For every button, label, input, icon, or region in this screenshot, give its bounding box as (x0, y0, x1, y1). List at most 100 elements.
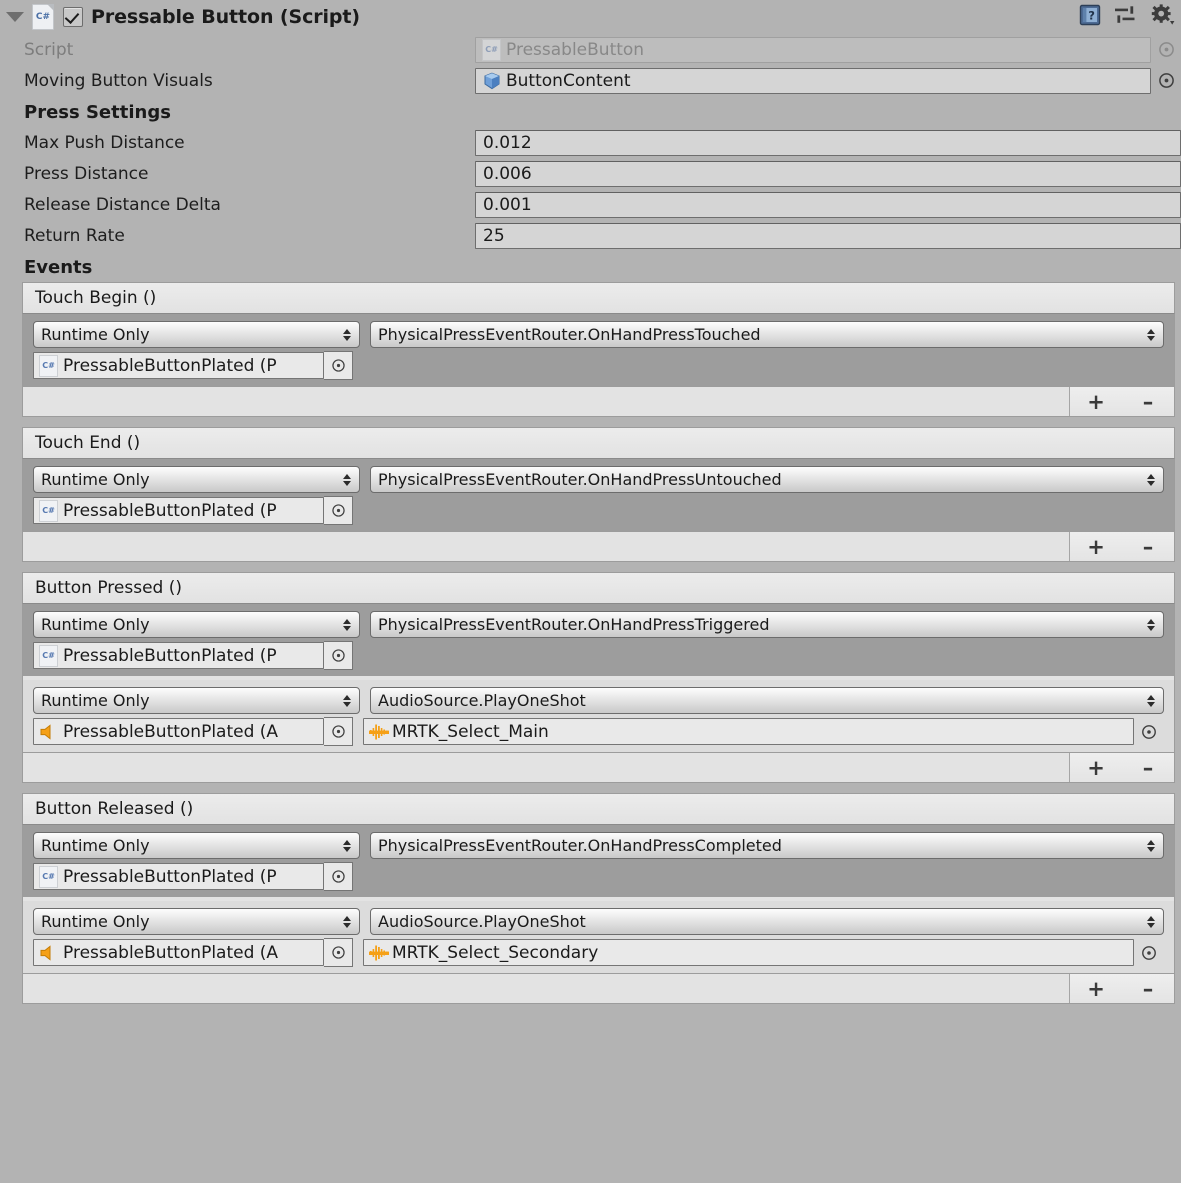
property-row-script: Script C# PressableButton (0, 34, 1181, 65)
listener-mode-value: Runtime Only (41, 691, 150, 710)
event-block-spacer (0, 783, 1181, 793)
listener-target-value: PressableButtonPlated (P (63, 866, 277, 887)
unity-event-body: Runtime Only PhysicalPressEventRouter.OnH… (22, 824, 1175, 974)
listener-argument-object-field[interactable]: MRTK_Select_Main (363, 718, 1134, 745)
listener-target-object-field[interactable]: C# PressableButtonPlated (P (33, 642, 324, 669)
preset-selector-icon[interactable] (1114, 5, 1138, 25)
help-book-icon[interactable]: ? (1079, 4, 1101, 26)
entry-top-line: Runtime Only PhysicalPressEventRouter.OnH… (33, 466, 1164, 493)
remove-listener-button[interactable]: – (1122, 387, 1174, 416)
listener-mode-dropdown[interactable]: Runtime Only (33, 466, 360, 493)
listener-mode-dropdown[interactable]: Runtime Only (33, 832, 360, 859)
target-object-picker-icon[interactable] (324, 938, 353, 967)
chevron-updown-icon (1145, 915, 1156, 928)
foldout-arrow-icon[interactable] (6, 12, 24, 22)
unity-event-header: Touch Begin () (22, 282, 1175, 313)
remove-listener-button[interactable]: – (1122, 974, 1174, 1003)
target-object-picker-icon[interactable] (324, 496, 353, 525)
listener-argument-group: MRTK_Select_Main (363, 718, 1164, 745)
entry-bottom-line: C# PressableButtonPlated (P (33, 862, 1164, 891)
listener-mode-value: Runtime Only (41, 615, 150, 634)
unity-event-block: Touch Begin () Runtime Only PhysicalPressE… (22, 282, 1175, 417)
unity-event-footer: + – (22, 753, 1175, 783)
listener-argument-value: MRTK_Select_Secondary (392, 942, 599, 963)
listener-mode-dropdown[interactable]: Runtime Only (33, 687, 360, 714)
moving-button-visuals-object-field[interactable]: ButtonContent (475, 67, 1151, 94)
target-object-picker-icon[interactable] (324, 351, 353, 380)
event-block-spacer (0, 562, 1181, 572)
target-object-picker-icon[interactable] (324, 862, 353, 891)
object-picker-icon[interactable] (1138, 942, 1160, 964)
unity-event-footer: + – (22, 532, 1175, 562)
component-header[interactable]: C# Pressable Button (Script) ? (0, 0, 1181, 34)
listener-method-dropdown[interactable]: AudioSource.PlayOneShot (370, 687, 1164, 714)
unity-event-entry: Runtime Only PhysicalPressEventRouter.OnH… (23, 459, 1174, 531)
entry-top-line: Runtime Only AudioSource.PlayOneShot (33, 908, 1164, 935)
unity-event-name: Button Pressed () (35, 578, 183, 598)
component-enabled-checkbox[interactable] (63, 7, 83, 27)
property-row-moving-button-visuals: Moving Button Visuals ButtonContent (0, 65, 1181, 96)
listener-mode-dropdown[interactable]: Runtime Only (33, 611, 360, 638)
press-distance-input[interactable]: 0.006 (475, 160, 1181, 187)
entry-bottom-line: PressableButtonPlated (A MRTK_Select_Main (33, 717, 1164, 746)
entry-bottom-line: PressableButtonPlated (A MRTK_Select_Seco… (33, 938, 1164, 967)
listener-method-value: PhysicalPressEventRouter.OnHandPressComp… (378, 836, 782, 855)
listener-mode-value: Runtime Only (41, 912, 150, 931)
max-push-distance-input[interactable]: 0.012 (475, 129, 1181, 156)
listener-method-dropdown[interactable]: AudioSource.PlayOneShot (370, 908, 1164, 935)
field-value: 0.012 (483, 132, 532, 153)
unity-event-body: Runtime Only PhysicalPressEventRouter.OnH… (22, 603, 1175, 753)
property-label: Press Distance (24, 163, 149, 184)
chevron-updown-icon (1145, 694, 1156, 707)
target-object-picker-icon[interactable] (324, 717, 353, 746)
add-listener-button[interactable]: + (1070, 974, 1122, 1003)
listener-mode-dropdown[interactable]: Runtime Only (33, 908, 360, 935)
listener-method-dropdown[interactable]: PhysicalPressEventRouter.OnHandPressTouc… (370, 321, 1164, 348)
entry-bottom-line: C# PressableButtonPlated (P (33, 351, 1164, 380)
listener-method-value: AudioSource.PlayOneShot (378, 912, 586, 931)
listener-method-dropdown[interactable]: PhysicalPressEventRouter.OnHandPressTrig… (370, 611, 1164, 638)
property-label: Release Distance Delta (24, 194, 221, 215)
property-label: Max Push Distance (24, 132, 185, 153)
unity-event-header: Touch End () (22, 427, 1175, 458)
object-picker-icon[interactable] (1155, 70, 1177, 92)
events-list: Touch Begin () Runtime Only PhysicalPressE… (0, 282, 1181, 1004)
add-listener-button[interactable]: + (1070, 532, 1122, 561)
listener-method-dropdown[interactable]: PhysicalPressEventRouter.OnHandPressUnto… (370, 466, 1164, 493)
listener-target-value: PressableButtonPlated (P (63, 355, 277, 376)
chevron-updown-icon (341, 618, 352, 631)
listener-target-object-field[interactable]: C# PressableButtonPlated (P (33, 497, 324, 524)
remove-listener-button[interactable]: – (1122, 753, 1174, 782)
listener-target-object-field[interactable]: PressableButtonPlated (A (33, 939, 324, 966)
listener-method-dropdown[interactable]: PhysicalPressEventRouter.OnHandPressComp… (370, 832, 1164, 859)
chevron-updown-icon (341, 473, 352, 486)
unity-event-footer: + – (22, 387, 1175, 417)
unity-event-header: Button Pressed () (22, 572, 1175, 603)
unity-gameobject-cube-icon (482, 71, 501, 90)
listener-target-object-field[interactable]: PressableButtonPlated (A (33, 718, 324, 745)
listener-target-object-field[interactable]: C# PressableButtonPlated (P (33, 352, 324, 379)
target-object-picker-icon[interactable] (324, 641, 353, 670)
add-listener-button[interactable]: + (1070, 753, 1122, 782)
unity-event-entry: Runtime Only PhysicalPressEventRouter.OnH… (23, 825, 1174, 897)
entry-top-line: Runtime Only PhysicalPressEventRouter.OnH… (33, 611, 1164, 638)
object-picker-icon[interactable] (1138, 721, 1160, 743)
listener-target-object-field[interactable]: C# PressableButtonPlated (P (33, 863, 324, 890)
add-listener-button[interactable]: + (1070, 387, 1122, 416)
listener-argument-object-field[interactable]: MRTK_Select_Secondary (363, 939, 1134, 966)
add-remove-listener-group: + – (1069, 753, 1174, 782)
unity-event-block: Touch End () Runtime Only PhysicalPressEve… (22, 427, 1175, 562)
listener-mode-value: Runtime Only (41, 325, 150, 344)
audio-clip-waveform-icon (369, 723, 389, 741)
remove-listener-button[interactable]: – (1122, 532, 1174, 561)
release-distance-delta-input[interactable]: 0.001 (475, 191, 1181, 218)
listener-method-value: AudioSource.PlayOneShot (378, 691, 586, 710)
property-row-press-distance: Press Distance 0.006 (0, 158, 1181, 189)
listener-target-value: PressableButtonPlated (A (63, 721, 279, 742)
gear-icon[interactable] (1151, 4, 1175, 26)
listener-mode-dropdown[interactable]: Runtime Only (33, 321, 360, 348)
chevron-updown-icon (1145, 618, 1156, 631)
script-object-field[interactable]: C# PressableButton (475, 36, 1151, 63)
return-rate-input[interactable]: 25 (475, 222, 1181, 249)
object-picker-icon[interactable] (1155, 39, 1177, 61)
